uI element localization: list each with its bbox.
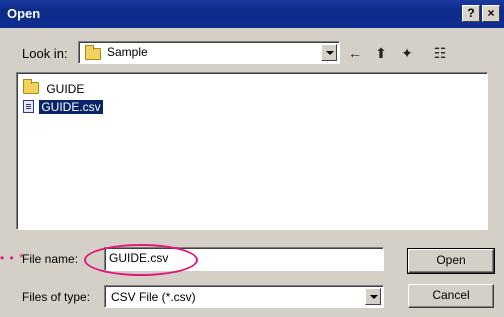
views-menu-icon[interactable]: ☷: [426, 44, 454, 62]
list-item-label: GUIDE.csv: [39, 100, 103, 114]
file-name-label: File name:: [22, 252, 79, 266]
list-item[interactable]: GUIDE: [23, 79, 86, 97]
highlight-circle: [84, 244, 198, 276]
look-in-value: Sample: [107, 45, 148, 59]
back-arrow-icon[interactable]: ←: [346, 44, 364, 62]
close-button[interactable]: ×: [482, 5, 500, 22]
chevron-down-icon[interactable]: [321, 44, 337, 61]
list-item[interactable]: GUIDE.csv: [23, 99, 103, 115]
look-in-label: Look in:: [22, 46, 68, 61]
folder-icon: [23, 79, 39, 94]
file-list[interactable]: GUIDE GUIDE.csv: [16, 72, 488, 230]
chevron-down-icon[interactable]: [365, 288, 381, 305]
cancel-button[interactable]: Cancel: [408, 284, 494, 308]
csv-file-icon: [23, 100, 34, 113]
folder-icon: [85, 45, 101, 60]
open-dialog: Open ? × Look in: Sample ← ⬆ ✦ ☷ GUIDE G…: [0, 0, 504, 317]
file-type-value: CSV File (*.csv): [111, 290, 196, 304]
list-item-label: GUIDE: [46, 82, 85, 96]
help-button[interactable]: ?: [462, 5, 480, 22]
dialog-title: Open: [7, 6, 41, 21]
new-folder-icon[interactable]: ✦: [398, 44, 416, 62]
look-in-dropdown[interactable]: Sample: [78, 41, 340, 64]
open-button[interactable]: Open: [407, 248, 495, 274]
file-type-dropdown[interactable]: CSV File (*.csv): [104, 285, 384, 308]
title-bar: Open ? ×: [0, 0, 504, 28]
file-type-label: Files of type:: [22, 290, 91, 304]
up-folder-icon[interactable]: ⬆: [372, 44, 390, 62]
